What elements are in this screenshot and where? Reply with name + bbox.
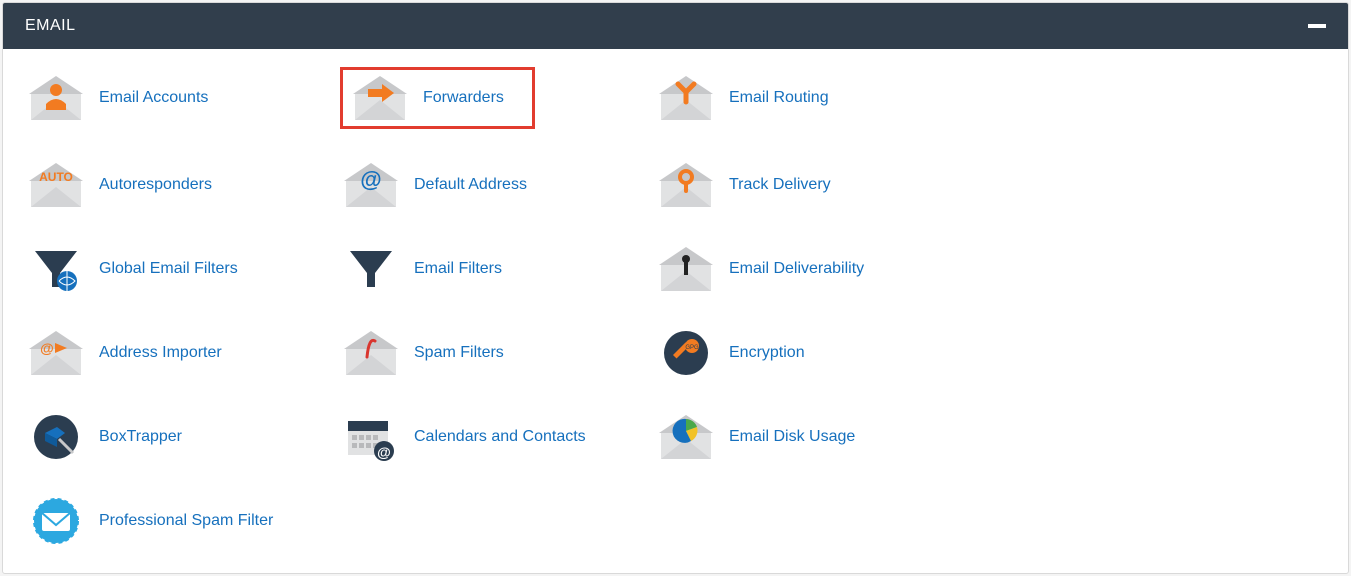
svg-text:@: @ — [40, 340, 54, 356]
item-label: Calendars and Contacts — [414, 428, 586, 446]
item-label: Spam Filters — [414, 344, 504, 362]
item-label: Email Deliverability — [729, 260, 864, 278]
email-accounts-icon — [27, 74, 85, 122]
svg-text:@: @ — [360, 167, 381, 192]
collapse-icon[interactable] — [1308, 24, 1326, 28]
autoresponders-icon: AUTO — [27, 161, 85, 209]
item-label: Email Routing — [729, 89, 829, 107]
email-filters-icon — [342, 245, 400, 293]
email-routing-icon — [657, 74, 715, 122]
item-label: BoxTrapper — [99, 428, 182, 446]
item-label: Email Accounts — [99, 89, 208, 107]
email-disk-usage-icon — [657, 413, 715, 461]
forwarders-icon — [351, 74, 409, 122]
item-label: Default Address — [414, 176, 527, 194]
item-label: Track Delivery — [729, 176, 831, 194]
item-email-accounts[interactable]: Email Accounts — [25, 67, 340, 129]
item-default-address[interactable]: @ Default Address — [340, 157, 655, 213]
item-email-filters[interactable]: Email Filters — [340, 241, 655, 297]
item-label: Encryption — [729, 344, 805, 362]
item-label: Email Filters — [414, 260, 502, 278]
item-boxtrapper[interactable]: BoxTrapper — [25, 409, 340, 465]
item-calendars-contacts[interactable]: @ Calendars and Contacts — [340, 409, 655, 465]
item-label: Professional Spam Filter — [99, 512, 273, 530]
item-email-deliverability[interactable]: Email Deliverability — [655, 241, 970, 297]
pro-spam-filter-icon — [27, 497, 85, 545]
svg-text:AUTO: AUTO — [39, 170, 73, 184]
address-importer-icon: @ — [27, 329, 85, 377]
item-encryption[interactable]: GPG Encryption — [655, 325, 970, 381]
item-label: Forwarders — [423, 89, 504, 107]
svg-text:@: @ — [377, 444, 391, 460]
email-deliverability-icon — [657, 245, 715, 293]
email-panel: EMAIL Email Accounts — [2, 2, 1349, 574]
item-email-disk-usage[interactable]: Email Disk Usage — [655, 409, 970, 465]
item-label: Email Disk Usage — [729, 428, 855, 446]
default-address-icon: @ — [342, 161, 400, 209]
item-address-importer[interactable]: @ Address Importer — [25, 325, 340, 381]
item-pro-spam-filter[interactable]: Professional Spam Filter — [25, 493, 340, 549]
panel-title: EMAIL — [25, 17, 76, 35]
encryption-icon: GPG — [657, 329, 715, 377]
panel-body: Email Accounts Forwarders — [3, 49, 1348, 573]
item-spam-filters[interactable]: Spam Filters — [340, 325, 655, 381]
item-autoresponders[interactable]: AUTO Autoresponders — [25, 157, 340, 213]
boxtrapper-icon — [27, 413, 85, 461]
calendars-contacts-icon: @ — [342, 413, 400, 461]
svg-text:GPG: GPG — [685, 345, 699, 351]
email-items-grid: Email Accounts Forwarders — [25, 67, 1326, 549]
item-label: Autoresponders — [99, 176, 212, 194]
spam-filters-icon — [342, 329, 400, 377]
item-global-email-filters[interactable]: Global Email Filters — [25, 241, 340, 297]
global-email-filters-icon — [27, 245, 85, 293]
item-label: Address Importer — [99, 344, 222, 362]
item-email-routing[interactable]: Email Routing — [655, 67, 970, 129]
track-delivery-icon — [657, 161, 715, 209]
item-track-delivery[interactable]: Track Delivery — [655, 157, 970, 213]
panel-header[interactable]: EMAIL — [3, 3, 1348, 49]
item-label: Global Email Filters — [99, 260, 238, 278]
item-forwarders[interactable]: Forwarders — [340, 67, 535, 129]
